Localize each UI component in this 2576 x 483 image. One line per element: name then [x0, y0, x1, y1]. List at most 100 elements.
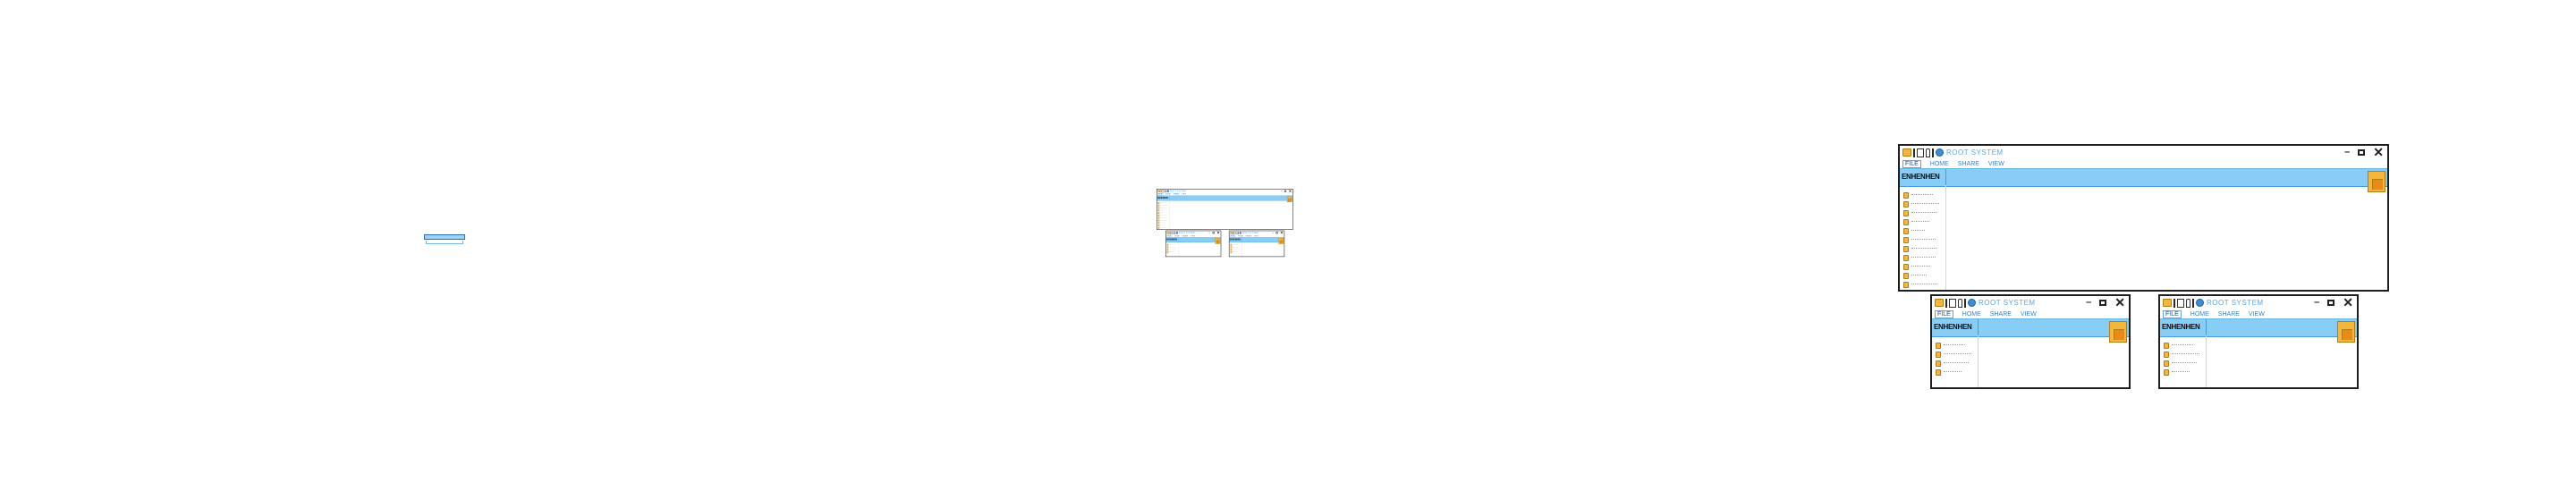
folder-icon	[1157, 209, 1160, 212]
tree-item[interactable]	[1932, 341, 1978, 350]
tree-item[interactable]	[1900, 208, 1945, 217]
menu-view[interactable]: VIEW	[2249, 311, 2265, 318]
folder-icon	[1157, 226, 1160, 229]
folder-icon	[1230, 249, 1233, 251]
menu-file[interactable]: FILE	[1935, 309, 1953, 318]
pen-icon[interactable]	[1926, 148, 1930, 157]
menu-file[interactable]: FILE	[1902, 159, 1921, 168]
globe-icon	[1968, 299, 1976, 307]
document-icon[interactable]	[2177, 298, 2184, 308]
folder-icon[interactable]	[1935, 299, 1944, 307]
title-bar: ROOT SYSTEM – ✕	[1157, 190, 1293, 193]
menu-home[interactable]: HOME	[2190, 311, 2209, 318]
tree-item[interactable]	[2160, 350, 2206, 359]
tiny-tick	[436, 243, 442, 244]
tree-item-label	[1160, 227, 1168, 228]
tiny-window-thumbnail	[424, 234, 465, 249]
menu-share[interactable]: SHARE	[1990, 311, 2012, 318]
folder-icon	[2164, 369, 2169, 376]
menu-home[interactable]: HOME	[1930, 161, 1949, 167]
folder-icon	[1230, 243, 1233, 246]
tree-item[interactable]	[2160, 368, 2206, 377]
tiny-tick	[429, 243, 435, 244]
minimize-icon[interactable]: –	[2086, 297, 2091, 308]
tree-item-label	[2172, 352, 2199, 356]
navigation-pane	[1229, 242, 1242, 257]
maximize-icon[interactable]	[1284, 190, 1287, 192]
close-icon[interactable]: ✕	[2343, 296, 2353, 309]
folder-icon	[1157, 207, 1160, 209]
folder-icon[interactable]	[2163, 299, 2172, 307]
minimize-icon[interactable]: –	[2314, 297, 2319, 308]
close-icon[interactable]: ✕	[1280, 231, 1283, 234]
tree-item[interactable]	[1900, 217, 1945, 226]
tree-item-label	[2172, 343, 2193, 347]
folder-icon[interactable]	[1902, 148, 1911, 157]
maximize-icon[interactable]	[2099, 300, 2107, 306]
separator-icon	[1945, 298, 1947, 308]
document-icon[interactable]	[1949, 298, 1956, 308]
tree-item-label	[1911, 247, 1936, 250]
tree-item[interactable]	[1900, 271, 1945, 280]
tree-item[interactable]	[1229, 250, 1241, 254]
folder-icon	[2164, 342, 2169, 349]
tree-item[interactable]	[1157, 226, 1170, 229]
tree-item[interactable]	[1932, 368, 1978, 377]
ribbon: ENHENHEN	[2160, 318, 2357, 343]
tree-item[interactable]	[1900, 244, 1945, 253]
minimize-icon[interactable]: –	[1272, 232, 1274, 234]
ribbon-label: ENHENHEN	[1157, 196, 1168, 199]
minimize-icon[interactable]: –	[1208, 232, 1210, 234]
pen-icon[interactable]	[2186, 298, 2190, 308]
separator-icon	[2174, 298, 2175, 308]
folder-icon	[1157, 211, 1160, 214]
maximize-icon[interactable]	[1275, 232, 1278, 234]
maximize-icon[interactable]	[1212, 232, 1215, 234]
tree-item-label	[1160, 212, 1165, 214]
document-icon[interactable]	[1917, 148, 1924, 157]
folder-icon	[1166, 250, 1169, 253]
window-controls: – ✕	[2344, 146, 2384, 158]
tree-item-label	[1160, 209, 1165, 211]
tree-item-label	[2172, 361, 2197, 365]
folder-icon	[1903, 236, 1909, 243]
tree-item[interactable]	[1900, 226, 1945, 235]
quick-access-toolbar	[1166, 231, 1179, 234]
tree-item[interactable]	[1166, 250, 1179, 254]
tree-item[interactable]	[1900, 253, 1945, 262]
tree-item[interactable]	[1900, 191, 1945, 199]
tree-item[interactable]	[1932, 359, 1978, 368]
tree-item[interactable]	[1932, 350, 1978, 359]
close-icon[interactable]: ✕	[2373, 146, 2384, 158]
minimize-icon[interactable]: –	[1281, 190, 1283, 192]
menu-share[interactable]: SHARE	[1958, 161, 1979, 167]
tree-item[interactable]	[2160, 341, 2206, 350]
menu-home[interactable]: HOME	[1962, 311, 1981, 318]
menu-view[interactable]: VIEW	[2021, 311, 2037, 318]
window-title: ROOT SYSTEM	[1946, 148, 2004, 157]
minimize-icon[interactable]: –	[2344, 147, 2350, 157]
tree-item[interactable]	[2160, 359, 2206, 368]
quick-access-toolbar	[1230, 231, 1242, 234]
menu-view[interactable]: VIEW	[1988, 161, 2004, 167]
tree-item[interactable]	[1900, 262, 1945, 271]
title-bar: ROOT SYSTEM – ✕	[2160, 296, 2357, 309]
close-icon[interactable]: ✕	[1289, 190, 1292, 193]
tree-item[interactable]	[1900, 280, 1945, 289]
tree-item-label	[1233, 251, 1238, 252]
maximize-icon[interactable]	[2358, 149, 2366, 156]
separator-icon	[1913, 148, 1915, 157]
large-folder-icon	[1286, 196, 1292, 203]
close-icon[interactable]: ✕	[2114, 296, 2125, 309]
tree-item-label	[1911, 274, 1927, 277]
folder-icon	[1157, 204, 1160, 207]
window-title: ROOT SYSTEM	[1179, 232, 1195, 234]
tree-item[interactable]	[1900, 199, 1945, 208]
window-controls: – ✕	[1281, 190, 1292, 193]
maximize-icon[interactable]	[2327, 300, 2335, 306]
tree-item[interactable]	[1900, 235, 1945, 244]
pen-icon[interactable]	[1958, 298, 1962, 308]
close-icon[interactable]: ✕	[1216, 231, 1219, 234]
menu-share[interactable]: SHARE	[2218, 311, 2240, 318]
menu-file[interactable]: FILE	[2163, 309, 2182, 318]
